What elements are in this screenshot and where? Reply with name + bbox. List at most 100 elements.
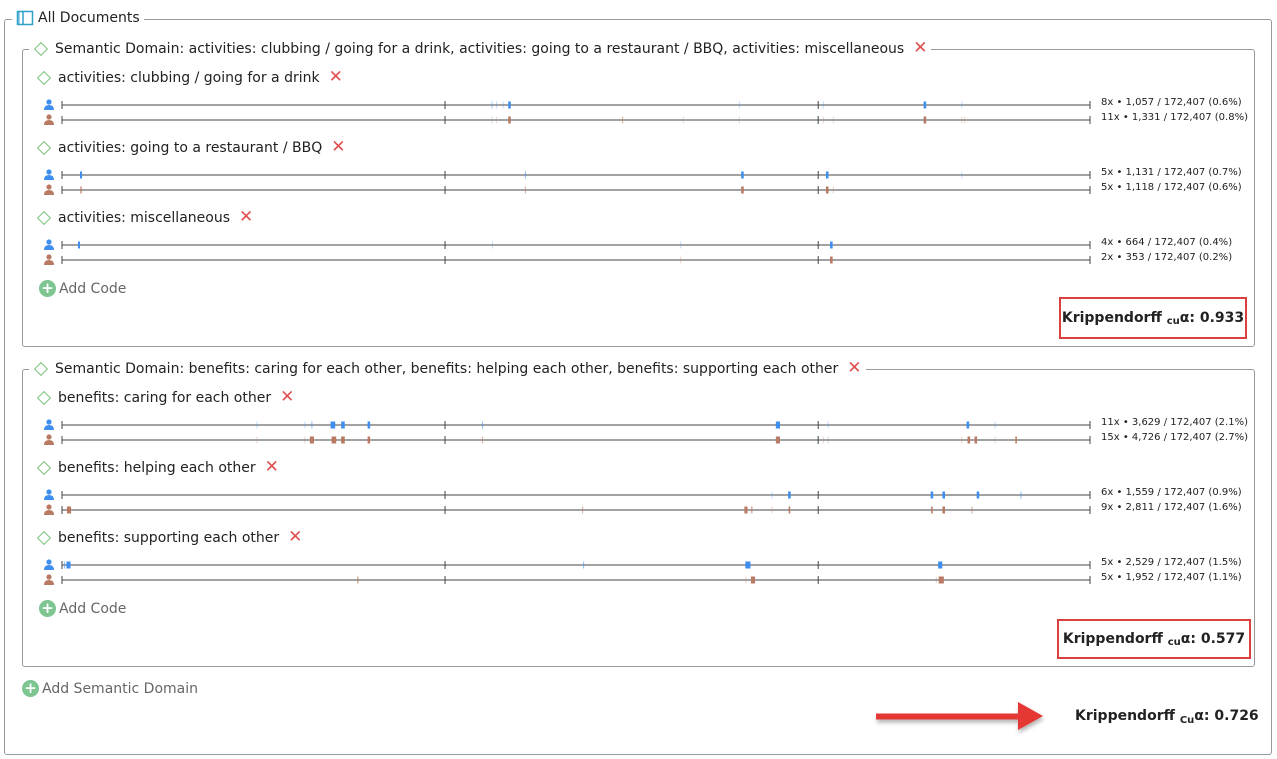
coded-segment[interactable] bbox=[304, 436, 306, 444]
coded-segment[interactable] bbox=[744, 506, 748, 514]
coded-segment[interactable] bbox=[775, 421, 780, 429]
coded-segment[interactable] bbox=[309, 436, 314, 444]
coded-segment[interactable] bbox=[738, 116, 740, 124]
coded-segment[interactable] bbox=[923, 116, 927, 124]
coded-segment[interactable] bbox=[495, 101, 497, 109]
coded-segment[interactable] bbox=[1020, 491, 1022, 499]
coded-segment[interactable] bbox=[331, 436, 337, 444]
coded-segment[interactable] bbox=[827, 436, 829, 444]
coded-segment[interactable] bbox=[367, 436, 371, 444]
coded-segment[interactable] bbox=[330, 421, 336, 429]
coded-segment[interactable] bbox=[931, 506, 933, 514]
coded-segment[interactable] bbox=[771, 491, 773, 499]
remove-code-close-icon[interactable]: ✕ bbox=[239, 209, 253, 226]
coded-segment[interactable] bbox=[832, 186, 834, 194]
coded-segment[interactable] bbox=[923, 101, 927, 109]
coded-segment[interactable] bbox=[741, 171, 744, 179]
coded-segment[interactable] bbox=[745, 561, 751, 569]
coded-segment[interactable] bbox=[825, 171, 829, 179]
coded-segment[interactable] bbox=[682, 116, 684, 124]
coded-segment[interactable] bbox=[508, 101, 511, 109]
coded-segment[interactable] bbox=[775, 436, 780, 444]
coded-segment[interactable] bbox=[971, 506, 973, 514]
remove-code-close-icon[interactable]: ✕ bbox=[329, 69, 343, 86]
coded-segment[interactable] bbox=[622, 116, 624, 124]
coded-segment[interactable] bbox=[357, 576, 359, 584]
timeline-row[interactable]: 5x • 1,131 / 172,407 (0.7%) bbox=[40, 167, 1250, 181]
coded-segment[interactable] bbox=[482, 421, 484, 429]
coded-segment[interactable] bbox=[738, 101, 740, 109]
timeline-row[interactable]: 4x • 664 / 172,407 (0.4%) bbox=[40, 237, 1250, 251]
coded-segment[interactable] bbox=[942, 506, 946, 514]
coded-segment[interactable] bbox=[974, 436, 978, 444]
coded-segment[interactable] bbox=[491, 116, 493, 124]
coded-segment[interactable] bbox=[66, 506, 72, 514]
timeline-row[interactable]: 5x • 1,952 / 172,407 (1.1%) bbox=[40, 572, 1250, 586]
coded-segment[interactable] bbox=[961, 101, 963, 109]
timeline-row[interactable]: 11x • 3,629 / 172,407 (2.1%) bbox=[40, 417, 1250, 431]
coded-segment[interactable] bbox=[524, 186, 526, 194]
timeline-row[interactable]: 9x • 2,811 / 172,407 (1.6%) bbox=[40, 502, 1250, 516]
coded-segment[interactable] bbox=[341, 421, 345, 429]
coded-segment[interactable] bbox=[482, 436, 484, 444]
add-code-button[interactable]: + Add Code bbox=[39, 600, 126, 617]
timeline-row[interactable]: 11x • 1,331 / 172,407 (0.8%) bbox=[40, 112, 1250, 126]
coded-segment[interactable] bbox=[508, 116, 511, 124]
coded-segment[interactable] bbox=[524, 171, 526, 179]
remove-domain-close-icon[interactable]: ✕ bbox=[847, 360, 861, 377]
add-code-button[interactable]: + Add Code bbox=[39, 280, 126, 297]
coded-segment[interactable] bbox=[256, 436, 258, 444]
coded-segment[interactable] bbox=[964, 116, 966, 124]
remove-code-close-icon[interactable]: ✕ bbox=[280, 389, 294, 406]
coded-segment[interactable] bbox=[822, 436, 824, 444]
coded-segment[interactable] bbox=[341, 436, 345, 444]
remove-domain-close-icon[interactable]: ✕ bbox=[913, 40, 927, 57]
coded-segment[interactable] bbox=[311, 421, 313, 429]
coded-segment[interactable] bbox=[994, 436, 996, 444]
coded-segment[interactable] bbox=[304, 421, 306, 429]
coded-segment[interactable] bbox=[961, 436, 963, 444]
coded-segment[interactable] bbox=[63, 561, 65, 569]
coded-segment[interactable] bbox=[79, 186, 83, 194]
coded-segment[interactable] bbox=[502, 101, 504, 109]
coded-segment[interactable] bbox=[938, 561, 943, 569]
coded-segment[interactable] bbox=[827, 421, 829, 429]
coded-segment[interactable] bbox=[830, 256, 833, 264]
coded-segment[interactable] bbox=[256, 421, 258, 429]
coded-segment[interactable] bbox=[788, 506, 791, 514]
coded-segment[interactable] bbox=[1015, 436, 1017, 444]
coded-segment[interactable] bbox=[680, 241, 682, 249]
coded-segment[interactable] bbox=[750, 576, 756, 584]
remove-code-close-icon[interactable]: ✕ bbox=[288, 529, 302, 546]
remove-code-close-icon[interactable]: ✕ bbox=[331, 139, 345, 156]
coded-segment[interactable] bbox=[367, 421, 371, 429]
coded-segment[interactable] bbox=[788, 491, 791, 499]
timeline-row[interactable]: 5x • 1,118 / 172,407 (0.6%) bbox=[40, 182, 1250, 196]
coded-segment[interactable] bbox=[967, 436, 971, 444]
coded-segment[interactable] bbox=[751, 506, 753, 514]
coded-segment[interactable] bbox=[66, 561, 71, 569]
coded-segment[interactable] bbox=[680, 256, 682, 264]
timeline-row[interactable]: 8x • 1,057 / 172,407 (0.6%) bbox=[40, 97, 1250, 111]
coded-segment[interactable] bbox=[741, 186, 744, 194]
coded-segment[interactable] bbox=[825, 186, 829, 194]
coded-segment[interactable] bbox=[961, 171, 963, 179]
coded-segment[interactable] bbox=[495, 116, 497, 124]
coded-segment[interactable] bbox=[930, 491, 934, 499]
coded-segment[interactable] bbox=[830, 241, 833, 249]
coded-segment[interactable] bbox=[976, 491, 980, 499]
coded-segment[interactable] bbox=[994, 421, 996, 429]
timeline-row[interactable]: 6x • 1,559 / 172,407 (0.9%) bbox=[40, 487, 1250, 501]
coded-segment[interactable] bbox=[942, 491, 946, 499]
coded-segment[interactable] bbox=[832, 116, 834, 124]
remove-code-close-icon[interactable]: ✕ bbox=[265, 459, 279, 476]
coded-segment[interactable] bbox=[745, 576, 747, 584]
coded-segment[interactable] bbox=[961, 116, 963, 124]
timeline-row[interactable]: 2x • 353 / 172,407 (0.2%) bbox=[40, 252, 1250, 266]
coded-segment[interactable] bbox=[822, 101, 824, 109]
coded-segment[interactable] bbox=[77, 241, 80, 249]
coded-segment[interactable] bbox=[79, 171, 83, 179]
timeline-row[interactable]: 15x • 4,726 / 172,407 (2.7%) bbox=[40, 432, 1250, 446]
coded-segment[interactable] bbox=[822, 116, 824, 124]
coded-segment[interactable] bbox=[491, 101, 493, 109]
